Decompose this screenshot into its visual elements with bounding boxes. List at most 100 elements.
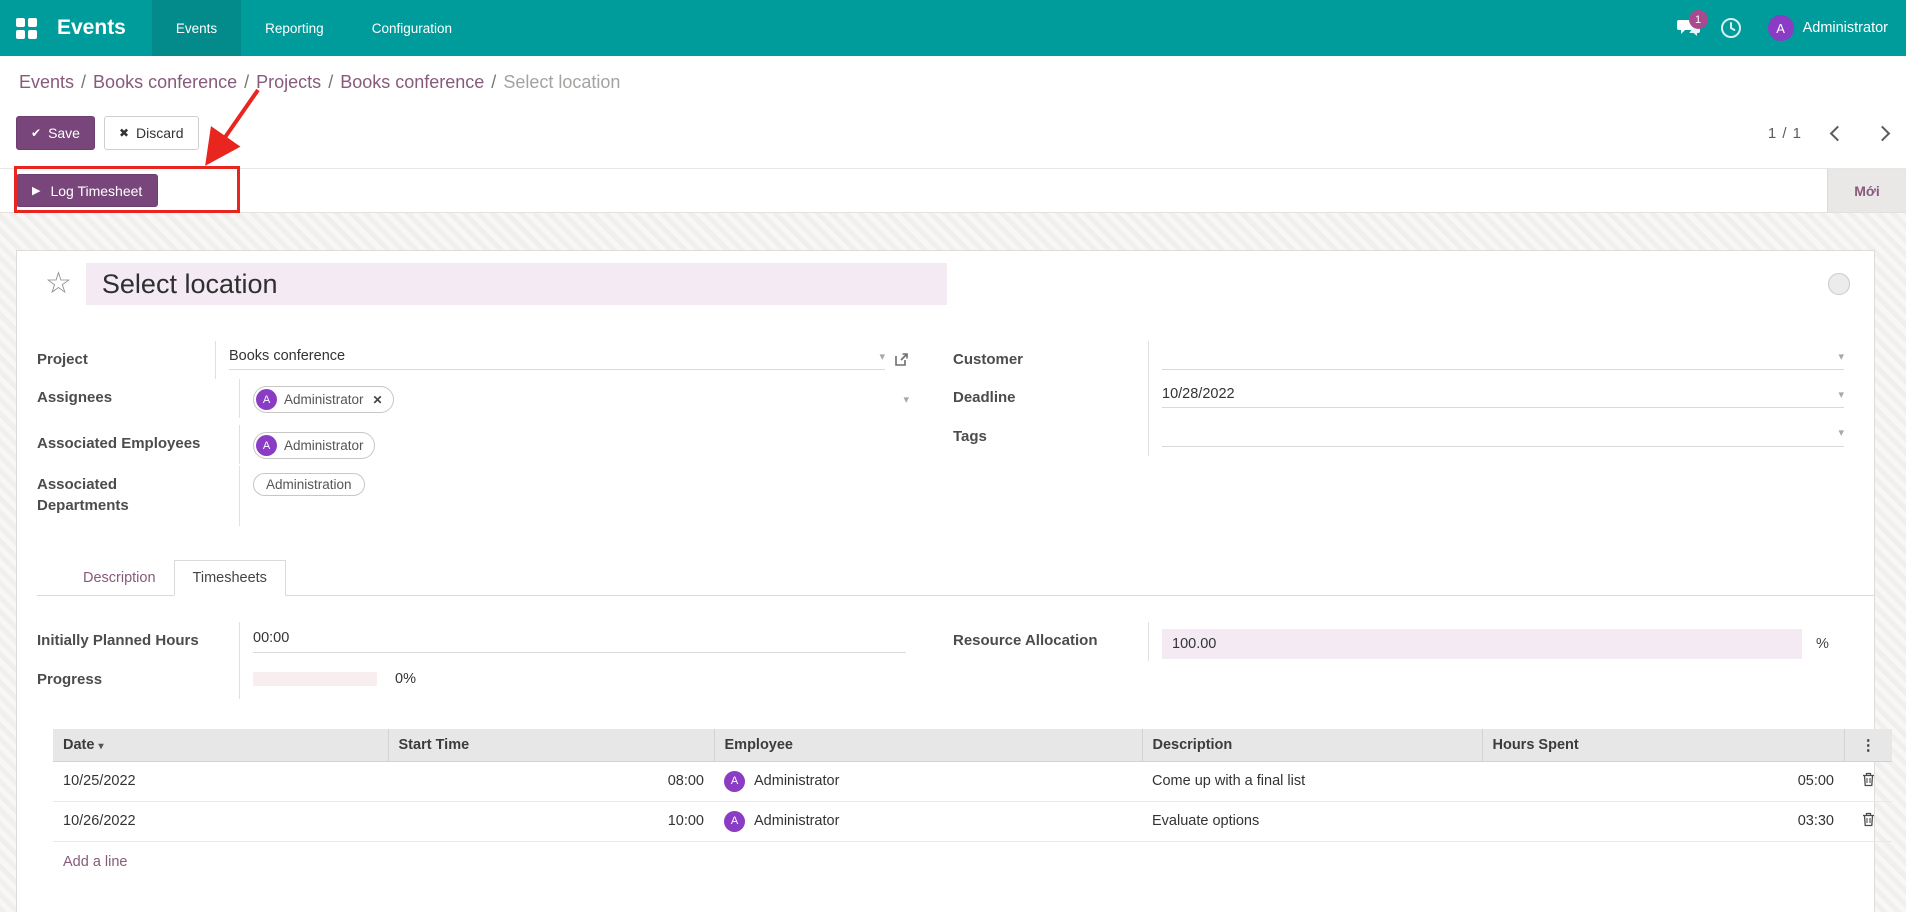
breadcrumb-link-books-conference-2[interactable]: Books conference	[340, 72, 484, 92]
row1-delete-button[interactable]	[1844, 761, 1892, 801]
customer-value[interactable]	[1162, 348, 1166, 364]
project-caret-icon[interactable]: ▾	[871, 350, 885, 363]
pager-next-icon[interactable]	[1875, 125, 1891, 141]
column-header-description[interactable]: Description	[1142, 729, 1482, 762]
field-assignees: Assignees A Administrator ✕ ▾	[37, 379, 909, 425]
optional-columns-icon[interactable]: ⋮	[1844, 729, 1892, 762]
sort-desc-icon: ▾	[98, 741, 103, 752]
row1-description[interactable]: Come up with a final list	[1142, 761, 1482, 801]
table-header-row: Date ▾ Start Time Employee Description Ho…	[53, 729, 1892, 762]
breadcrumb-separator: /	[321, 72, 340, 92]
column-header-date[interactable]: Date ▾	[53, 729, 388, 762]
activities-button[interactable]	[1710, 0, 1752, 56]
notebook-tabs: Description Timesheets	[37, 560, 1874, 596]
resource-allocation-input[interactable]: 100.00	[1162, 629, 1802, 659]
associated-departments-value-cell: Administration	[240, 466, 909, 503]
user-avatar: A	[1768, 15, 1794, 41]
save-button[interactable]: ✔ Save	[16, 116, 95, 150]
associated-department-tag[interactable]: Administration	[253, 473, 365, 496]
field-project: Project Books conference ▾	[37, 341, 909, 379]
date-header-label: Date	[63, 737, 94, 753]
project-label: Project	[37, 341, 216, 379]
topbar-menu-reporting[interactable]: Reporting	[241, 0, 348, 56]
user-menu[interactable]: A Administrator	[1752, 15, 1892, 41]
row2-date[interactable]: 10/26/2022	[53, 801, 388, 841]
details-left: Initially Planned Hours 00:00 Progress 0…	[37, 622, 909, 699]
save-label: Save	[48, 125, 80, 141]
project-value-cell: Books conference ▾	[216, 341, 909, 377]
breadcrumb: Events/Books conference/Projects/Books c…	[19, 72, 1906, 93]
planned-hours-input[interactable]: 00:00	[253, 629, 906, 653]
discard-button[interactable]: ✖ Discard	[104, 116, 199, 150]
column-header-employee[interactable]: Employee	[714, 729, 1142, 762]
breadcrumb-link-books-conference-1[interactable]: Books conference	[93, 72, 237, 92]
apps-menu-button[interactable]	[0, 0, 51, 56]
timesheet-row-1[interactable]: 10/25/2022 08:00 AAdministrator Come up …	[53, 761, 1892, 801]
assignee-tag[interactable]: A Administrator ✕	[253, 386, 394, 413]
row2-start-time[interactable]: 10:00	[388, 801, 714, 841]
row1-start-time[interactable]: 08:00	[388, 761, 714, 801]
messages-button[interactable]: 1	[1668, 0, 1710, 56]
column-header-start-time[interactable]: Start Time	[388, 729, 714, 762]
deadline-caret-icon[interactable]: ▾	[1830, 388, 1844, 401]
row1-hours-spent[interactable]: 05:00	[1482, 761, 1844, 801]
tab-timesheets[interactable]: Timesheets	[174, 560, 286, 596]
messages-badge: 1	[1689, 10, 1708, 29]
field-groups: Project Books conference ▾	[37, 341, 1874, 526]
assignees-label: Assignees	[37, 379, 240, 417]
tags-label: Tags	[953, 418, 1149, 456]
associated-department-name: Administration	[266, 477, 352, 492]
row1-employee-cell[interactable]: AAdministrator	[714, 761, 1142, 801]
associated-employees-label: Associated Employees	[37, 425, 240, 463]
row2-hours-spent[interactable]: 03:30	[1482, 801, 1844, 841]
customer-field[interactable]: ▾	[1162, 348, 1844, 370]
timesheet-row-2[interactable]: 10/26/2022 10:00 AAdministrator Evaluate…	[53, 801, 1892, 841]
tags-value[interactable]	[1162, 425, 1166, 441]
favorite-star-icon[interactable]: ☆	[45, 269, 72, 299]
customer-caret-icon[interactable]: ▾	[1830, 350, 1844, 363]
topbar-menu-configuration[interactable]: Configuration	[348, 0, 476, 56]
external-link-icon[interactable]	[894, 352, 909, 367]
assignees-field[interactable]: A Administrator ✕ ▾	[253, 386, 909, 418]
log-timesheet-button[interactable]: ▶ Log Timesheet	[16, 174, 158, 207]
row2-description[interactable]: Evaluate options	[1142, 801, 1482, 841]
topbar: Events Events Reporting Configuration 1 …	[0, 0, 1906, 56]
column-header-hours-spent[interactable]: Hours Spent	[1482, 729, 1844, 762]
breadcrumb-link-projects[interactable]: Projects	[256, 72, 321, 92]
field-deadline: Deadline 10/28/2022 ▾	[953, 379, 1844, 417]
project-value[interactable]: Books conference	[229, 348, 345, 364]
deadline-field[interactable]: 10/28/2022 ▾	[1162, 386, 1844, 408]
associated-employee-name: Administrator	[284, 438, 364, 453]
tags-caret-icon[interactable]: ▾	[1830, 426, 1844, 439]
resource-allocation-suffix: %	[1816, 636, 1829, 652]
breadcrumb-link-events[interactable]: Events	[19, 72, 74, 92]
stage-badge[interactable]: Mới	[1827, 169, 1906, 212]
control-panel-buttons: ✔ Save ✖ Discard 1 / 1	[0, 106, 1906, 168]
form-background: ☆ Select location Project Books conferen…	[0, 213, 1906, 912]
row2-delete-button[interactable]	[1844, 801, 1892, 841]
app-title: Events	[51, 0, 152, 56]
pager-count: 1 / 1	[1768, 125, 1802, 142]
row2-employee-cell[interactable]: AAdministrator	[714, 801, 1142, 841]
tab-description[interactable]: Description	[65, 561, 174, 595]
add-a-line-row: Add a line	[53, 841, 1892, 879]
pager-previous-icon[interactable]	[1830, 125, 1846, 141]
kanban-state-icon[interactable]	[1828, 273, 1850, 295]
row1-date[interactable]: 10/25/2022	[53, 761, 388, 801]
associated-employee-tag[interactable]: A Administrator	[253, 432, 375, 459]
field-group-left: Project Books conference ▾	[37, 341, 909, 526]
add-a-line-link[interactable]: Add a line	[53, 841, 1892, 879]
breadcrumb-current: Select location	[503, 72, 620, 92]
topbar-menu-events[interactable]: Events	[152, 0, 241, 56]
assignees-caret-icon[interactable]: ▾	[895, 393, 909, 406]
assignee-remove-icon[interactable]: ✕	[373, 393, 383, 407]
progress-value: 0%	[395, 671, 416, 687]
deadline-value[interactable]: 10/28/2022	[1162, 386, 1235, 402]
project-field[interactable]: Books conference ▾	[229, 348, 885, 370]
trash-icon	[1862, 772, 1875, 787]
task-title-input[interactable]: Select location	[86, 263, 947, 305]
tags-field[interactable]: ▾	[1162, 425, 1844, 447]
associated-employee-avatar: A	[256, 435, 277, 456]
field-tags: Tags ▾	[953, 418, 1844, 456]
tags-value-cell: ▾	[1149, 418, 1844, 454]
